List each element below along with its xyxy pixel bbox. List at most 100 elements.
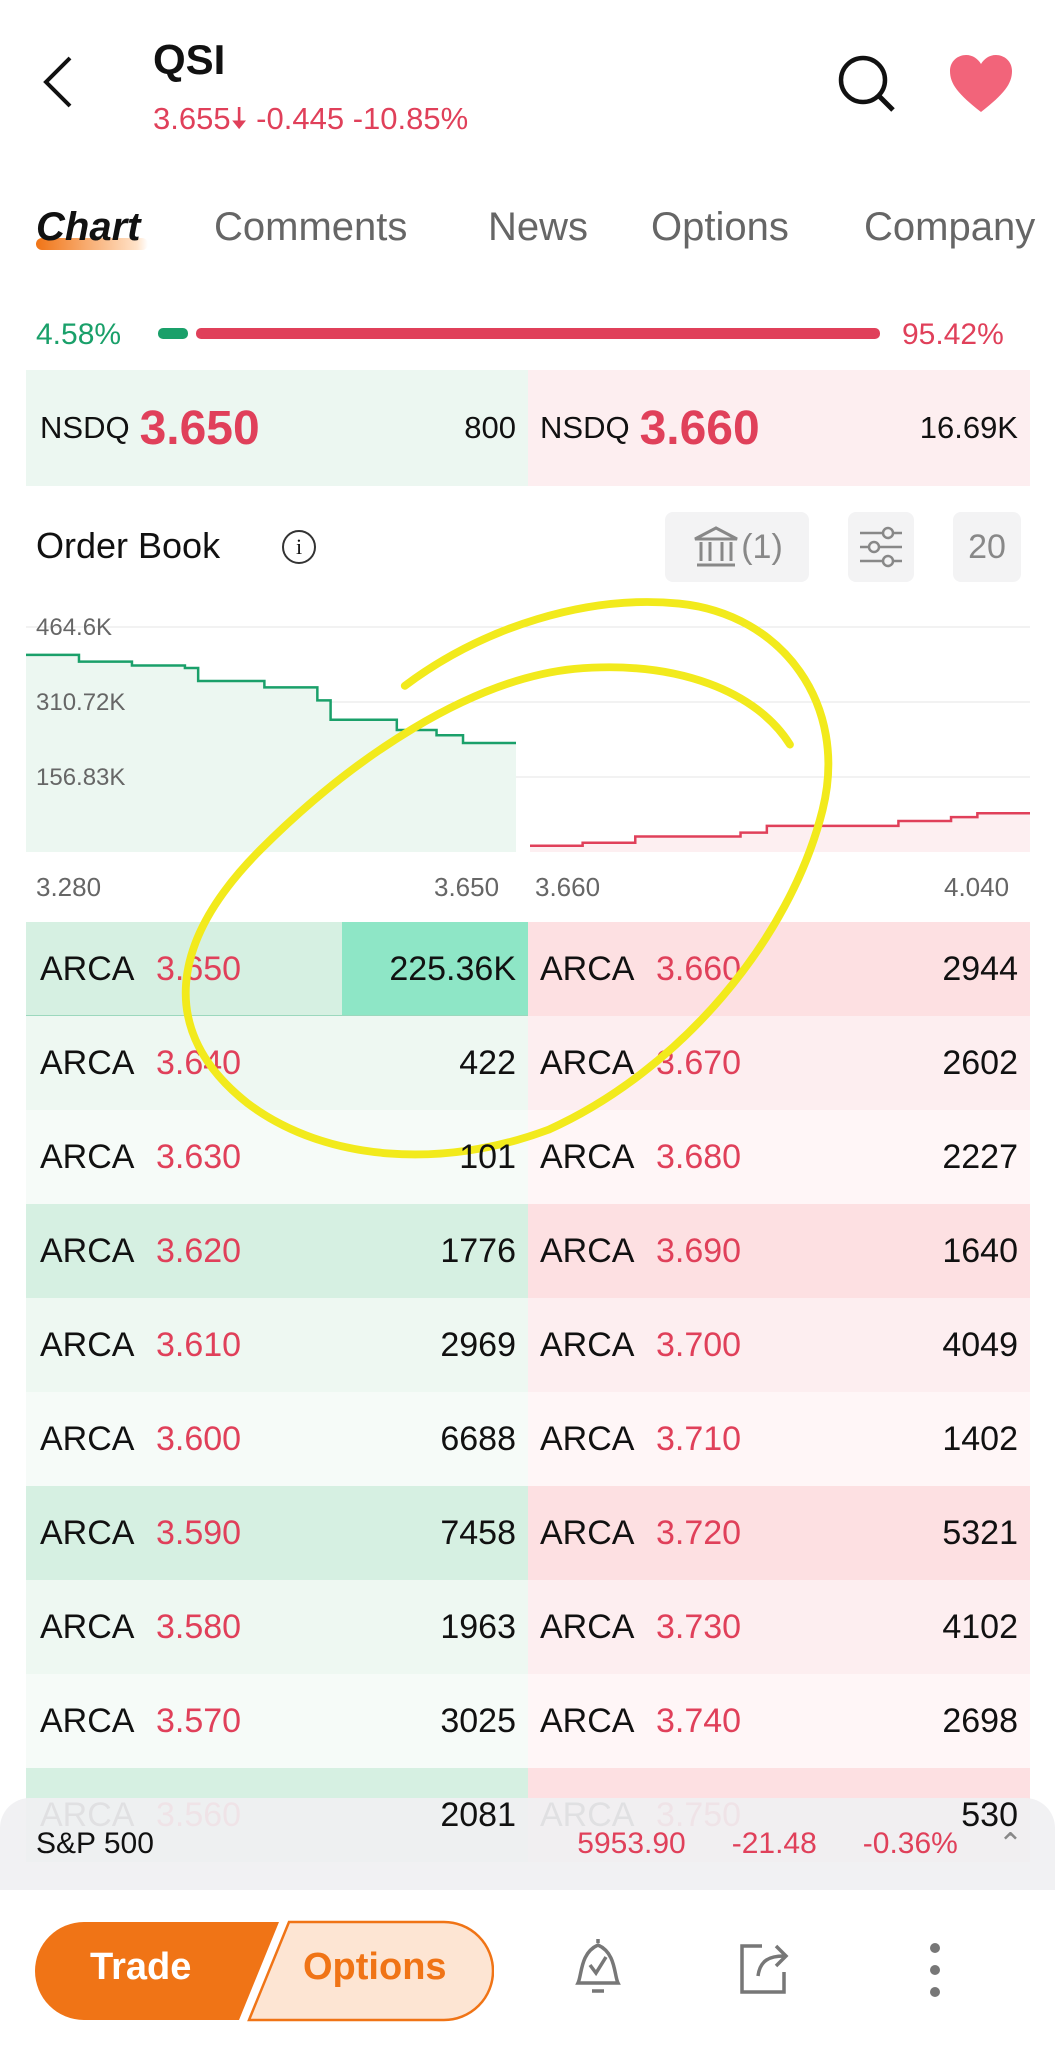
share-icon — [740, 1944, 789, 1994]
favorite-button[interactable] — [948, 54, 1014, 119]
price-change: -0.445 — [256, 101, 345, 136]
bid-exchange: ARCA — [40, 1325, 135, 1364]
best-ask-size: 16.69K — [919, 410, 1018, 445]
exchange-count: (1) — [741, 527, 783, 566]
bid-size: 2969 — [440, 1325, 516, 1364]
bid-price: 3.610 — [156, 1325, 242, 1364]
bid-size: 3025 — [440, 1701, 516, 1740]
index-ticker-bar[interactable]: S&P 500 5953.90 -21.48 -0.36% ⌃ — [0, 1798, 1055, 1890]
index-change: -21.48 — [731, 1827, 817, 1860]
ask-row[interactable]: ARCA 3.660 2944 — [528, 922, 1030, 1016]
bid-exchange: ARCA — [40, 1137, 135, 1176]
y-tick: 464.6K — [36, 614, 113, 641]
bid-exchange: ARCA — [40, 1607, 135, 1646]
best-ask-price: 3.660 — [639, 401, 760, 455]
bid-row[interactable]: ARCA 3.570 3025 — [26, 1674, 528, 1768]
chevron-left-icon — [43, 56, 72, 108]
y-tick: 310.72K — [36, 689, 126, 716]
bid-row[interactable]: ARCA 3.650 225.36K — [26, 922, 528, 1016]
options-button[interactable]: Options — [303, 1946, 447, 1989]
index-name: S&P 500 — [36, 1827, 154, 1860]
bid-price: 3.570 — [156, 1701, 242, 1740]
bid-ratio-bar — [158, 328, 188, 339]
ask-price: 3.680 — [656, 1137, 742, 1176]
ask-row[interactable]: ARCA 3.680 2227 — [528, 1110, 1030, 1204]
best-ask: NSDQ 3.660 16.69K — [528, 370, 1030, 486]
tab-chart[interactable]: Chart — [36, 205, 140, 250]
search-button[interactable] — [835, 52, 897, 119]
ask-exchange: ARCA — [540, 1607, 635, 1646]
ask-exchange: ARCA — [540, 949, 635, 988]
ask-exchange: ARCA — [540, 1231, 635, 1270]
tab-company[interactable]: Company — [864, 205, 1035, 250]
bid-price: 3.590 — [156, 1513, 242, 1552]
trade-button[interactable]: Trade — [90, 1946, 191, 1989]
ask-price: 3.660 — [656, 949, 742, 988]
ask-size: 2944 — [942, 949, 1018, 988]
ask-size: 2602 — [942, 1043, 1018, 1082]
x-label: 3.660 — [535, 872, 601, 902]
bank-icon — [694, 526, 738, 567]
ask-row[interactable]: ARCA 3.720 5321 — [528, 1486, 1030, 1580]
tab-comments[interactable]: Comments — [214, 205, 407, 250]
last-price: 3.655 — [153, 101, 231, 136]
ask-exchange: ARCA — [540, 1325, 635, 1364]
ask-price: 3.730 — [656, 1607, 742, 1646]
best-bid-price: 3.650 — [139, 401, 260, 455]
bid-size: 7458 — [440, 1513, 516, 1552]
bid-exchange: NSDQ — [40, 410, 130, 445]
bid-row[interactable]: ARCA 3.630 101 — [26, 1110, 528, 1204]
ask-row[interactable]: ARCA 3.690 1640 — [528, 1204, 1030, 1298]
bid-price: 3.580 — [156, 1607, 242, 1646]
bid-size: 2081 — [440, 1795, 516, 1834]
x-label: 4.040 — [944, 872, 1010, 902]
settings-button[interactable] — [848, 512, 914, 582]
ask-price: 3.710 — [656, 1419, 742, 1458]
ask-size: 530 — [961, 1795, 1018, 1834]
bid-exchange: ARCA — [40, 1231, 135, 1270]
bid-row[interactable]: ARCA 3.620 1776 — [26, 1204, 528, 1298]
ask-row[interactable]: ARCA 3.670 2602 — [528, 1016, 1030, 1110]
ask-ratio-bar — [196, 328, 880, 339]
ask-exchange: ARCA — [540, 1513, 635, 1552]
bid-row[interactable]: ARCA 3.590 7458 — [26, 1486, 528, 1580]
ask-row[interactable]: ARCA 3.730 4102 — [528, 1580, 1030, 1674]
exchange-filter-button[interactable]: (1) — [665, 512, 809, 582]
order-book-title: Order Book — [36, 525, 221, 566]
bid-row[interactable]: ARCA 3.600 6688 — [26, 1392, 528, 1486]
bid-row[interactable]: ARCA 3.640 422 — [26, 1016, 528, 1110]
ask-size: 4102 — [942, 1607, 1018, 1646]
ask-ratio: 95.42% — [902, 318, 1004, 351]
ask-row[interactable]: ARCA 3.700 4049 — [528, 1298, 1030, 1392]
index-value: 5953.90 — [577, 1827, 686, 1860]
tab-options[interactable]: Options — [651, 205, 789, 250]
bid-price: 3.630 — [156, 1137, 242, 1176]
bid-price: 3.650 — [156, 949, 242, 988]
alert-button[interactable] — [568, 1935, 628, 2004]
bid-price: 3.640 — [156, 1043, 242, 1082]
ask-exchange: ARCA — [540, 1043, 635, 1082]
sliders-icon — [860, 526, 902, 568]
more-button[interactable] — [920, 1940, 950, 2005]
tab-news[interactable]: News — [488, 205, 588, 250]
x-label: 3.650 — [434, 872, 500, 902]
bid-row[interactable]: ARCA 3.580 1963 — [26, 1580, 528, 1674]
quote-line: 3.655🠇 -0.445 -10.85% — [153, 96, 468, 149]
ask-row[interactable]: ARCA 3.740 2698 — [528, 1674, 1030, 1768]
symbol-title: QSI — [153, 36, 226, 83]
bid-row[interactable]: ARCA 3.610 2969 — [26, 1298, 528, 1392]
bid-size: 101 — [459, 1137, 516, 1176]
share-button[interactable] — [736, 1938, 796, 2003]
search-icon — [838, 55, 895, 112]
ask-size: 1640 — [942, 1231, 1018, 1270]
bid-exchange: ARCA — [40, 1419, 135, 1458]
info-icon[interactable]: i — [282, 530, 316, 564]
ask-price: 3.670 — [656, 1043, 742, 1082]
ask-exchange: ARCA — [540, 1419, 635, 1458]
ask-depth-area — [530, 813, 1030, 852]
back-button[interactable] — [38, 52, 78, 112]
ask-price: 3.740 — [656, 1701, 742, 1740]
bid-size: 1776 — [440, 1231, 516, 1270]
ask-row[interactable]: ARCA 3.710 1402 — [528, 1392, 1030, 1486]
depth-level-button[interactable]: 20 — [953, 512, 1021, 582]
